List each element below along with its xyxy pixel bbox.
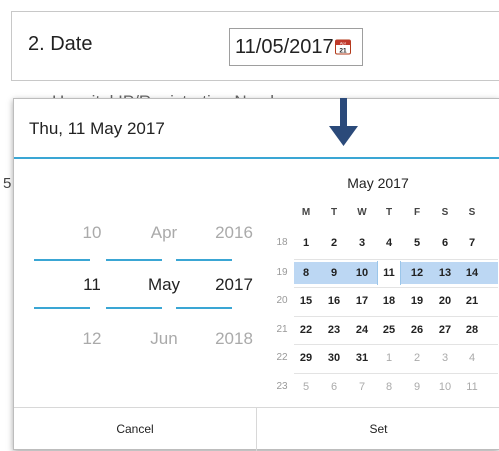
- calendar-day[interactable]: 17: [351, 291, 373, 311]
- year-prev[interactable]: 2016: [204, 223, 264, 243]
- date-field[interactable]: 11/05/2017 Apr 21: [229, 28, 363, 66]
- calendar-day[interactable]: 5: [406, 233, 428, 253]
- month-prev[interactable]: Apr: [134, 223, 194, 243]
- month-top-line: [106, 259, 162, 261]
- calendar-icon-day: 21: [339, 47, 347, 54]
- calendar-row-separator: [294, 287, 498, 288]
- month-calendar: May 2017 M T W T F S S 18 1 2 3 4 5 6 7 19 8 9 10 11 12 13 14 2…: [256, 159, 499, 409]
- calendar-day[interactable]: 18: [378, 291, 400, 311]
- calendar-day[interactable]: 4: [378, 233, 400, 253]
- weekday-header: S: [468, 207, 476, 218]
- day-selected[interactable]: 11: [62, 275, 122, 295]
- month-next[interactable]: Jun: [134, 329, 194, 349]
- set-button[interactable]: Set: [257, 408, 499, 451]
- weekday-header: S: [441, 207, 449, 218]
- calendar-day[interactable]: 5: [295, 377, 317, 397]
- calendar-row-separator: [294, 373, 498, 374]
- year-next[interactable]: 2018: [204, 329, 264, 349]
- calendar-day[interactable]: 19: [406, 291, 428, 311]
- calendar-day[interactable]: 26: [406, 320, 428, 340]
- calendar-day[interactable]: 22: [295, 320, 317, 340]
- calendar-day[interactable]: 6: [323, 377, 345, 397]
- weekday-header: F: [413, 207, 421, 218]
- week-number: 19: [276, 267, 288, 278]
- calendar-day[interactable]: 3: [351, 233, 373, 253]
- weekday-header: T: [385, 207, 393, 218]
- calendar-month-title: May 2017: [347, 175, 409, 191]
- week-number: 21: [276, 324, 288, 335]
- day-next[interactable]: 12: [62, 329, 122, 349]
- calendar-day[interactable]: 15: [295, 291, 317, 311]
- week-number: 20: [276, 295, 288, 306]
- calendar-day[interactable]: 2: [323, 233, 345, 253]
- background-row-number: 5: [3, 175, 12, 192]
- calendar-day[interactable]: 20: [434, 291, 456, 311]
- date-picker-dialog: Thu, 11 May 2017 10 11 12 Apr May Jun 20…: [13, 98, 499, 451]
- week-number: 18: [276, 237, 288, 248]
- calendar-day[interactable]: 8: [378, 377, 400, 397]
- calendar-day[interactable]: 8: [295, 263, 317, 283]
- calendar-day[interactable]: 9: [406, 377, 428, 397]
- calendar-day[interactable]: 29: [295, 348, 317, 368]
- year-selected[interactable]: 2017: [204, 275, 264, 295]
- calendar-icon[interactable]: Apr 21: [335, 39, 351, 55]
- calendar-day[interactable]: 27: [434, 320, 456, 340]
- weekday-header: M: [301, 207, 311, 218]
- day-top-line: [34, 259, 90, 261]
- date-form-row: 2. Date 11/05/2017 Apr 21: [11, 11, 499, 81]
- calendar-day[interactable]: 7: [351, 377, 373, 397]
- date-field-value: 11/05/2017: [235, 36, 334, 58]
- day-prev[interactable]: 10: [62, 223, 122, 243]
- day-bottom-line: [34, 307, 90, 309]
- calendar-day[interactable]: 7: [461, 233, 483, 253]
- calendar-day[interactable]: 2: [406, 348, 428, 368]
- weekday-header: T: [330, 207, 338, 218]
- dialog-footer: Cancel Set: [14, 407, 499, 451]
- calendar-day[interactable]: 10: [351, 263, 373, 283]
- calendar-day[interactable]: 1: [378, 348, 400, 368]
- calendar-day[interactable]: 10: [434, 377, 456, 397]
- date-spinners: 10 11 12 Apr May Jun 2016 2017 2018: [14, 159, 254, 404]
- calendar-day[interactable]: 31: [351, 348, 373, 368]
- calendar-day[interactable]: 16: [323, 291, 345, 311]
- calendar-icon-month: Apr: [340, 40, 347, 45]
- selected-date-header: Thu, 11 May 2017: [29, 119, 165, 138]
- calendar-day[interactable]: 6: [434, 233, 456, 253]
- calendar-day[interactable]: 21: [461, 291, 483, 311]
- calendar-day[interactable]: 28: [461, 320, 483, 340]
- calendar-day[interactable]: 12: [406, 263, 428, 283]
- calendar-day[interactable]: 3: [434, 348, 456, 368]
- down-arrow-annotation: [329, 98, 358, 146]
- calendar-day[interactable]: 30: [323, 348, 345, 368]
- calendar-day[interactable]: 25: [378, 320, 400, 340]
- year-bottom-line: [176, 307, 232, 309]
- year-top-line: [176, 259, 232, 261]
- date-row-label: 2. Date: [28, 33, 93, 55]
- weekday-header: W: [357, 207, 367, 218]
- calendar-day[interactable]: 11: [378, 263, 400, 283]
- month-bottom-line: [106, 307, 162, 309]
- dialog-header: Thu, 11 May 2017: [14, 99, 499, 159]
- calendar-day[interactable]: 9: [323, 263, 345, 283]
- calendar-row-separator: [294, 344, 498, 345]
- cancel-button[interactable]: Cancel: [14, 408, 256, 451]
- calendar-day[interactable]: 1: [295, 233, 317, 253]
- week-number: 23: [276, 381, 288, 392]
- calendar-day[interactable]: 4: [461, 348, 483, 368]
- calendar-row-separator: [294, 259, 498, 260]
- week-number: 22: [276, 352, 288, 363]
- calendar-row-separator: [294, 316, 498, 317]
- calendar-day[interactable]: 24: [351, 320, 373, 340]
- calendar-day[interactable]: 11: [461, 377, 483, 397]
- calendar-day[interactable]: 23: [323, 320, 345, 340]
- calendar-day[interactable]: 13: [434, 263, 456, 283]
- month-selected[interactable]: May: [134, 275, 194, 295]
- calendar-day[interactable]: 14: [461, 263, 483, 283]
